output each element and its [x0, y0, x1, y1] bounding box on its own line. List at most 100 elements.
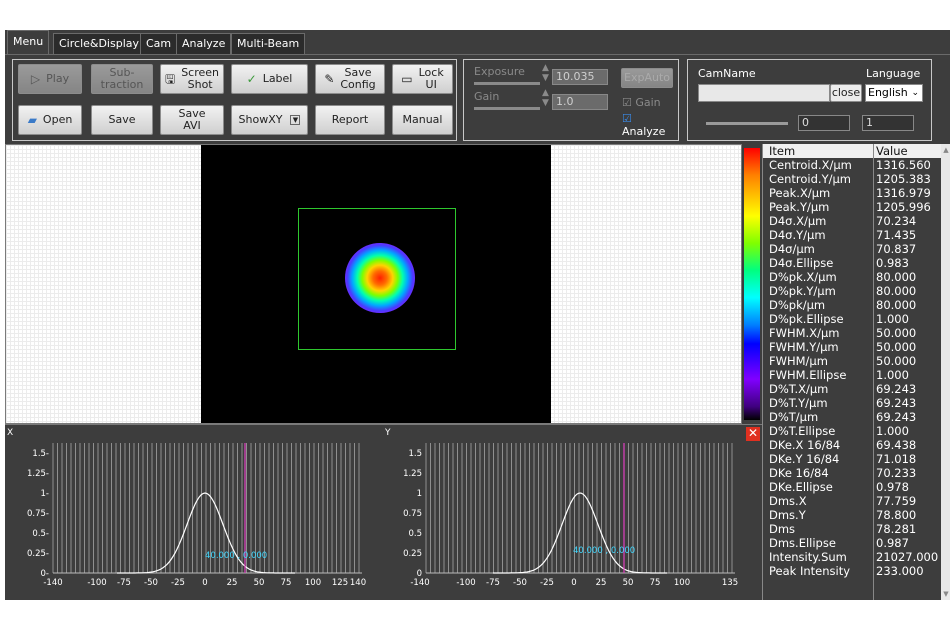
folder-icon: ▰ — [27, 113, 37, 127]
row-item: DKe.X 16/84 — [769, 438, 841, 452]
report-button[interactable]: Report — [315, 105, 385, 135]
y-profile-curve — [493, 492, 667, 574]
close-icon[interactable]: ✕ — [746, 427, 760, 441]
table-row[interactable]: D4σ.Y/μm 71.435 — [763, 228, 941, 242]
table-row[interactable]: FWHM.Y/μm 50.000 — [763, 340, 941, 354]
language-select[interactable]: English ⌄ — [865, 84, 923, 102]
scroll-down-icon[interactable]: ▼ — [941, 590, 950, 598]
table-row[interactable]: D%pk.Ellipse 1.000 — [763, 312, 941, 326]
save-avi-button[interactable]: Save AVI — [160, 105, 224, 135]
exposure-slider[interactable] — [474, 82, 540, 85]
table-row[interactable]: Peak Intensity 233.000 — [763, 564, 941, 578]
table-row[interactable]: D4σ.Ellipse 0.983 — [763, 256, 941, 270]
color-scale-bar — [744, 148, 760, 420]
row-item: D%pk.Ellipse — [769, 312, 844, 326]
x-tick-label: 75 — [281, 578, 292, 588]
row-value: 0.983 — [876, 256, 909, 270]
analyze-checkbox[interactable]: ☑ Analyze — [622, 112, 678, 138]
gain-checkbox[interactable]: ☑ Gain — [622, 96, 661, 109]
showxy-dropdown[interactable]: ShowXY ▼ — [231, 105, 308, 135]
row-item: DKe.Y 16/84 — [769, 452, 840, 466]
table-row[interactable]: FWHM.X/μm 50.000 — [763, 326, 941, 340]
open-button[interactable]: ▰ Open — [18, 105, 82, 135]
table-row[interactable]: D%T.Y/μm 69.243 — [763, 396, 941, 410]
count-value-field[interactable]: 1 — [862, 115, 914, 131]
table-row[interactable]: Dms.Ellipse 0.987 — [763, 536, 941, 550]
row-value: 1205.383 — [876, 172, 931, 186]
expauto-button[interactable]: ExpAuto — [621, 68, 673, 88]
row-item: D4σ.X/μm — [769, 214, 827, 228]
table-scrollbar[interactable]: ▲ ▼ — [941, 144, 950, 600]
camera-settings-group: Exposure ▲ ▼ 10.035 ExpAuto Gain ▲ ▼ 1.0 ☑… — [463, 59, 679, 141]
table-row[interactable]: D%T.Ellipse 1.000 — [763, 424, 941, 438]
row-item: Centroid.Y/μm — [769, 172, 851, 186]
gain-slider[interactable] — [474, 107, 540, 110]
play-button[interactable]: ▷ Play — [18, 64, 82, 94]
camname-input[interactable] — [698, 84, 830, 102]
gain-value-field[interactable]: 1.0 — [552, 94, 608, 110]
tab-circle-display[interactable]: Circle&Display — [53, 33, 146, 54]
label-button[interactable]: ✓ Label — [231, 64, 308, 94]
table-row[interactable]: Dms 78.281 — [763, 522, 941, 536]
table-row[interactable]: DKe 16/84 70.233 — [763, 466, 941, 480]
tab-multi-beam[interactable]: Multi-Beam — [231, 33, 306, 54]
table-row[interactable]: Dms.Y 78.800 — [763, 508, 941, 522]
tab-bar: Menu Circle&Display Cam Analyze Multi-Be… — [5, 30, 950, 54]
table-row[interactable]: D4σ.X/μm 70.234 — [763, 214, 941, 228]
row-value: 69.243 — [876, 410, 917, 424]
table-row[interactable]: D%pk.Y/μm 80.000 — [763, 284, 941, 298]
row-item: D%pk.X/μm — [769, 270, 837, 284]
table-row[interactable]: D4σ/μm 70.837 — [763, 242, 941, 256]
exposure-spin-icon[interactable]: ▲ ▼ — [542, 63, 549, 83]
manual-button[interactable]: Manual — [392, 105, 453, 135]
tab-analyze[interactable]: Analyze — [176, 33, 232, 54]
table-row[interactable]: D%pk.X/μm 80.000 — [763, 270, 941, 284]
y-marker-readout: 40.000 , 0.000 — [573, 546, 635, 556]
beam-image-view[interactable] — [5, 144, 742, 424]
subtraction-button[interactable]: Sub- traction — [91, 64, 153, 94]
row-item: DKe 16/84 — [769, 466, 829, 480]
y-tick-label: 1.25 — [403, 469, 422, 479]
table-body: Centroid.X/μm 1316.560 Centroid.Y/μm 1205.3… — [763, 158, 941, 578]
table-row[interactable]: Centroid.Y/μm 1205.383 — [763, 172, 941, 186]
row-value: 71.435 — [876, 228, 917, 242]
table-row[interactable]: DKe.X 16/84 69.438 — [763, 438, 941, 452]
row-value: 1205.996 — [876, 200, 931, 214]
table-row[interactable]: D%T/μm 69.243 — [763, 410, 941, 424]
x-tick-label: 0 — [571, 578, 576, 588]
slider-value-field[interactable]: 0 — [798, 115, 850, 131]
table-row[interactable]: Intensity.Sum 21027.000 — [763, 550, 941, 564]
row-value: 69.438 — [876, 438, 917, 452]
tab-cam[interactable]: Cam — [140, 33, 178, 54]
table-row[interactable]: DKe.Ellipse 0.978 — [763, 480, 941, 494]
gain-spin-icon[interactable]: ▲ ▼ — [542, 88, 549, 108]
row-value: 77.759 — [876, 494, 917, 508]
row-item: Peak.Y/μm — [769, 200, 830, 214]
table-row[interactable]: Peak.X/μm 1316.979 — [763, 186, 941, 200]
tab-menu[interactable]: Menu — [7, 30, 50, 54]
row-value: 70.837 — [876, 242, 917, 256]
exposure-value-field[interactable]: 10.035 — [552, 69, 608, 85]
table-row[interactable]: DKe.Y 16/84 71.018 — [763, 452, 941, 466]
y-profile-plot[interactable]: Y1.51.2510.750.50.250-140 -100 -75 -50 -25 0 2… — [383, 425, 745, 601]
color-scale — [742, 144, 762, 424]
save-button[interactable]: Save — [91, 105, 153, 135]
language-label: Language — [866, 67, 921, 80]
camera-slider[interactable] — [706, 122, 788, 125]
table-row[interactable]: Peak.Y/μm 1205.996 — [763, 200, 941, 214]
x-tick-label: 50 — [254, 578, 265, 588]
scroll-up-icon[interactable]: ▲ — [941, 146, 950, 154]
table-row[interactable]: FWHM/μm 50.000 — [763, 354, 941, 368]
x-tick-label: 140 — [350, 578, 366, 588]
x-profile-plot[interactable]: X1.5-1.25-1-0.75-0.5-0.25-0--140 -100 -75-… — [5, 425, 383, 601]
close-button[interactable]: close — [830, 84, 862, 102]
table-row[interactable]: Dms.X 77.759 — [763, 494, 941, 508]
save-config-button[interactable]: ✎ Save Config — [315, 64, 385, 94]
lock-ui-button[interactable]: ▭ Lock UI — [392, 64, 453, 94]
screenshot-button[interactable]: 🖫 Screen Shot — [160, 64, 224, 94]
table-row[interactable]: D%pk/μm 80.000 — [763, 298, 941, 312]
table-row[interactable]: FWHM.Ellipse 1.000 — [763, 368, 941, 382]
table-row[interactable]: Centroid.X/μm 1316.560 — [763, 158, 941, 172]
table-row[interactable]: D%T.X/μm 69.243 — [763, 382, 941, 396]
row-value: 80.000 — [876, 270, 917, 284]
